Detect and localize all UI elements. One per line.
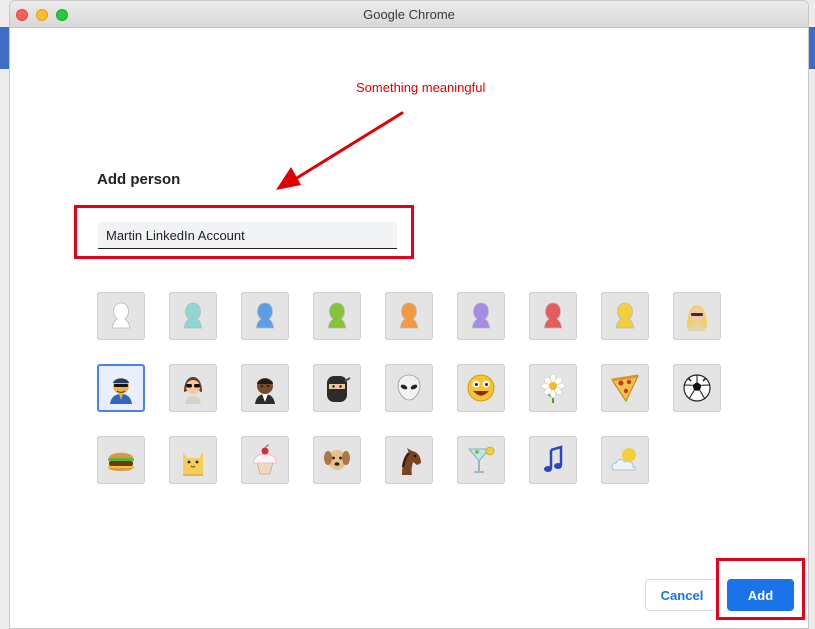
- chrome-dialog-window: Google Chrome Something meaningful Add p…: [9, 0, 809, 629]
- window-title: Google Chrome: [363, 7, 455, 22]
- background-app-strip: [0, 27, 9, 69]
- avatar-dog-icon[interactable]: [313, 436, 361, 484]
- avatar-cupcake-icon[interactable]: [241, 436, 289, 484]
- avatar-dog-image: [324, 450, 350, 470]
- avatar-grid: [97, 292, 747, 484]
- avatar-red-silhouette-image: [543, 302, 563, 329]
- avatar-ninja-image: [327, 376, 351, 402]
- avatar-pizza-image: [610, 374, 640, 403]
- avatar-horse-icon[interactable]: [385, 436, 433, 484]
- avatar-teal-silhouette-icon[interactable]: [169, 292, 217, 340]
- avatar-yellow-silhouette-image: [615, 302, 635, 329]
- avatar-alien-icon[interactable]: [385, 364, 433, 412]
- avatar-woman-sunglasses-image: [184, 377, 202, 404]
- avatar-cat-image: [183, 452, 203, 476]
- avatar-horse-image: [401, 448, 421, 475]
- avatar-woman-sunglasses-icon[interactable]: [169, 364, 217, 412]
- avatar-music-note-image: [544, 445, 563, 472]
- avatar-red-silhouette-icon[interactable]: [529, 292, 577, 340]
- input-highlight-box: [74, 205, 414, 259]
- avatar-blonde-woman-image: [687, 305, 707, 331]
- background-app-strip-right: [809, 27, 815, 69]
- annotation-text: Something meaningful: [356, 80, 486, 95]
- avatar-man-suit-image: [255, 378, 275, 404]
- avatar-purple-silhouette-icon[interactable]: [457, 292, 505, 340]
- cancel-button[interactable]: Cancel: [645, 579, 719, 611]
- avatar-smiley-image: [467, 374, 495, 402]
- avatar-burger-icon[interactable]: [97, 436, 145, 484]
- avatar-flower-icon[interactable]: [529, 364, 577, 412]
- avatar-smiley-icon[interactable]: [457, 364, 505, 412]
- avatar-cat-icon[interactable]: [169, 436, 217, 484]
- avatar-blue-silhouette-image: [255, 302, 275, 329]
- dialog-heading: Add person: [97, 171, 181, 188]
- avatar-soccer-ball-icon[interactable]: [673, 364, 721, 412]
- avatar-white-silhouette-icon[interactable]: [97, 292, 145, 340]
- title-bar: Google Chrome: [10, 1, 808, 28]
- avatar-sun-cloud-icon[interactable]: [601, 436, 649, 484]
- avatar-purple-silhouette-image: [471, 302, 491, 329]
- avatar-soccer-ball-image: [683, 374, 711, 402]
- avatar-yellow-silhouette-icon[interactable]: [601, 292, 649, 340]
- avatar-teal-silhouette-image: [183, 302, 203, 329]
- avatar-orange-silhouette-icon[interactable]: [385, 292, 433, 340]
- avatar-sun-cloud-image: [611, 448, 636, 471]
- avatar-blonde-woman-icon[interactable]: [673, 292, 721, 340]
- avatar-burger-image: [108, 452, 134, 471]
- avatar-green-silhouette-image: [327, 302, 347, 329]
- avatar-ninja-icon[interactable]: [313, 364, 361, 412]
- avatar-cocktail-icon[interactable]: [457, 436, 505, 484]
- avatar-blue-silhouette-icon[interactable]: [241, 292, 289, 340]
- avatar-cupcake-image: [253, 444, 277, 475]
- avatar-man-suit-icon[interactable]: [241, 364, 289, 412]
- avatar-green-silhouette-icon[interactable]: [313, 292, 361, 340]
- avatar-music-note-icon[interactable]: [529, 436, 577, 484]
- avatar-alien-image: [397, 374, 421, 401]
- avatar-flower-image: [540, 373, 566, 403]
- avatar-businessman-icon[interactable]: [97, 364, 145, 412]
- avatar-cocktail-image: [467, 446, 495, 473]
- avatar-white-silhouette-image: [111, 302, 131, 329]
- add-highlight-box: [716, 558, 805, 620]
- avatar-orange-silhouette-image: [399, 302, 419, 329]
- avatar-pizza-icon[interactable]: [601, 364, 649, 412]
- avatar-businessman-image: [110, 378, 132, 404]
